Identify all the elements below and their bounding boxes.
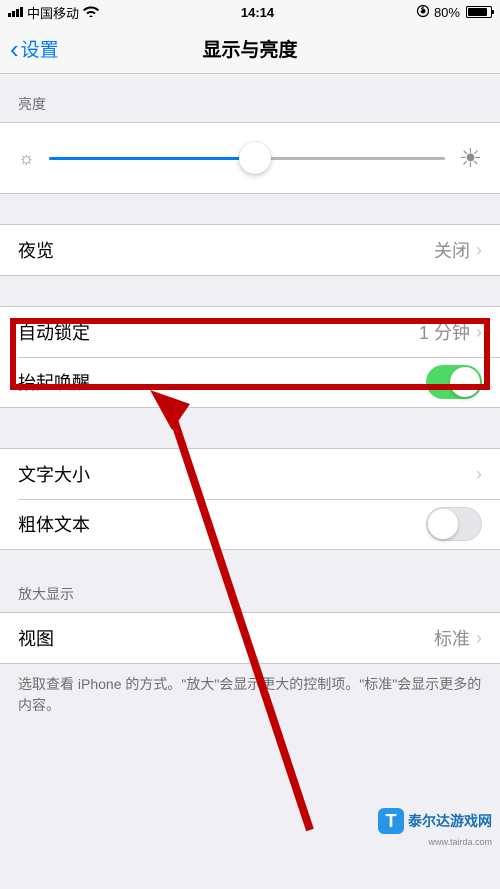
battery-icon (466, 6, 492, 18)
view-footer-text: 选取查看 iPhone 的方式。"放大"会显示更大的控制项。"标准"会显示更多的… (0, 664, 500, 726)
brightness-group: ☼ ☀ (0, 122, 500, 194)
chevron-right-icon: › (476, 240, 482, 261)
carrier-label: 中国移动 (27, 3, 79, 22)
sun-small-icon: ☼ (18, 148, 35, 169)
raise-to-wake-toggle[interactable] (426, 365, 482, 399)
bold-text-cell: 粗体文本 (0, 499, 500, 549)
night-shift-value: 关闭 (434, 237, 470, 263)
bold-text-toggle[interactable] (426, 507, 482, 541)
nav-bar: ‹ 设置 显示与亮度 (0, 24, 500, 74)
wifi-icon (83, 4, 99, 20)
view-cell[interactable]: 视图 标准 › (0, 613, 500, 663)
rotation-lock-icon (416, 4, 430, 21)
back-label: 设置 (21, 35, 59, 62)
brightness-header: 亮度 (0, 74, 500, 122)
brightness-slider[interactable] (49, 157, 445, 160)
slider-thumb[interactable] (239, 142, 271, 174)
night-shift-group: 夜览 关闭 › (0, 224, 500, 276)
chevron-left-icon: ‹ (10, 36, 19, 62)
auto-lock-label: 自动锁定 (18, 319, 90, 345)
chevron-right-icon: › (476, 464, 482, 485)
view-group: 视图 标准 › (0, 612, 500, 664)
signal-icon (8, 7, 23, 17)
status-right: 80% (416, 4, 492, 21)
watermark-logo-icon: T (378, 808, 404, 834)
time-label: 14:14 (241, 5, 274, 20)
view-value: 标准 (434, 625, 470, 651)
text-size-cell[interactable]: 文字大小 › (0, 449, 500, 499)
chevron-right-icon: › (476, 322, 482, 343)
auto-lock-cell[interactable]: 自动锁定 1 分钟 › (0, 307, 500, 357)
watermark-url: www.tairda.com (428, 837, 492, 847)
status-left: 中国移动 (8, 3, 99, 22)
raise-to-wake-label: 抬起唤醒 (18, 369, 90, 395)
bold-text-label: 粗体文本 (18, 511, 90, 537)
night-shift-cell[interactable]: 夜览 关闭 › (0, 225, 500, 275)
sun-large-icon: ☀ (459, 143, 482, 174)
auto-lock-value: 1 分钟 (419, 319, 470, 345)
view-label: 视图 (18, 625, 54, 651)
watermark-name: 泰尔达游戏网 (408, 811, 492, 831)
zoom-header: 放大显示 (0, 550, 500, 612)
night-shift-label: 夜览 (18, 237, 54, 263)
brightness-slider-cell: ☼ ☀ (0, 123, 500, 193)
watermark: T 泰尔达游戏网 (378, 808, 492, 834)
status-bar: 中国移动 14:14 80% (0, 0, 500, 24)
page-title: 显示与亮度 (0, 35, 500, 62)
back-button[interactable]: ‹ 设置 (10, 35, 59, 62)
battery-percent: 80% (434, 5, 460, 20)
lock-wake-group: 自动锁定 1 分钟 › 抬起唤醒 (0, 306, 500, 408)
text-size-label: 文字大小 (18, 461, 90, 487)
raise-to-wake-cell: 抬起唤醒 (0, 357, 500, 407)
text-group: 文字大小 › 粗体文本 (0, 448, 500, 550)
chevron-right-icon: › (476, 628, 482, 649)
